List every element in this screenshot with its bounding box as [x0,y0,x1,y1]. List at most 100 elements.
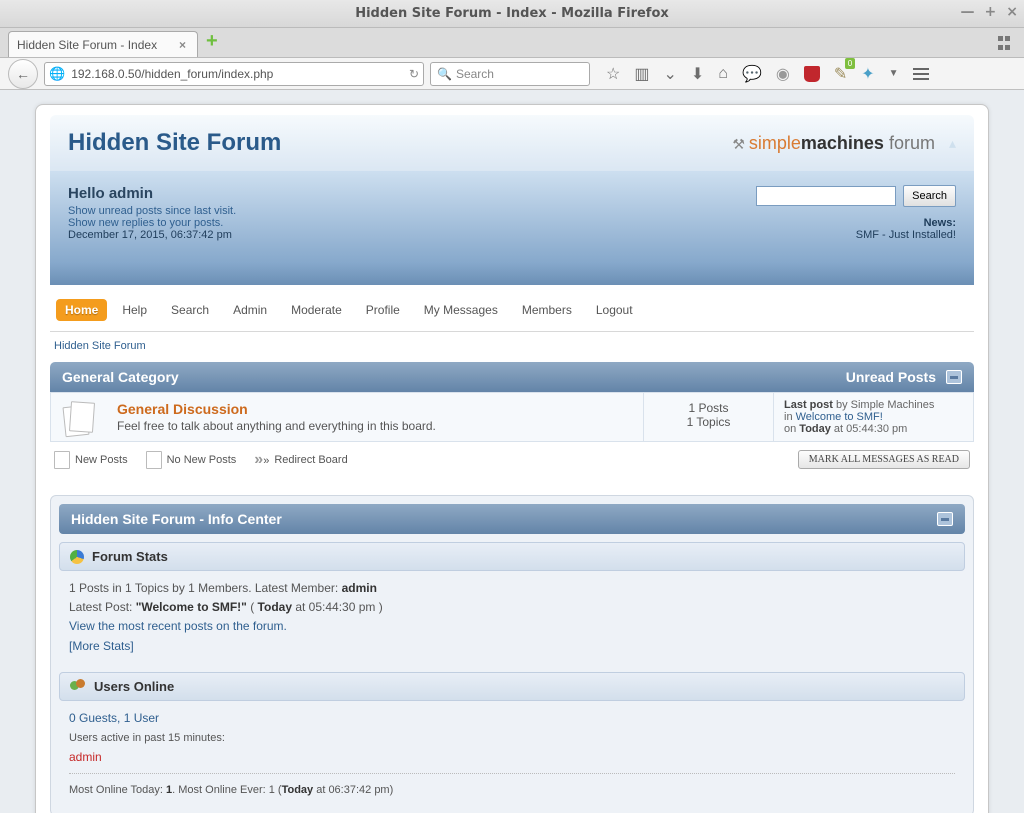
chat-icon[interactable]: 💬 [742,64,762,84]
breadcrumb: Hidden Site Forum [54,340,970,352]
board-row: General Discussion Feel free to talk abo… [50,392,974,442]
online-user-link[interactable]: admin [69,750,102,764]
breadcrumb-link[interactable]: Hidden Site Forum [54,340,146,352]
hammer-icon: ⚒ [732,136,745,152]
forum-search-form [756,185,956,207]
board-description: Feel free to talk about anything and eve… [117,419,633,433]
forum-container: Hidden Site Forum ⚒simplemachines forum … [35,104,989,813]
browser-tab-strip: Hidden Site Forum - Index × + [0,28,1024,58]
board-status-icon [51,393,107,441]
more-stats-link[interactable]: [More Stats] [69,639,134,653]
news-label: News: [756,217,956,229]
script-blocker-icon[interactable]: ✎0 [834,64,847,84]
info-center: Hidden Site Forum - Info Center Forum St… [50,495,974,813]
extension-icon[interactable]: ◉ [776,64,790,84]
latest-post-link[interactable]: "Welcome to SMF!" [136,600,247,614]
ublock-icon[interactable] [804,66,820,82]
dropdown-icon[interactable]: ▼ [889,68,899,79]
window-title: Hidden Site Forum - Index - Mozilla Fire… [355,6,669,21]
window-maximize-button[interactable]: + [985,4,997,20]
board-stats: 1 Posts 1 Topics [643,393,773,441]
tab-overflow-icon[interactable] [998,36,1014,52]
menu-item-profile[interactable]: Profile [357,299,409,321]
forum-header: Hidden Site Forum ⚒simplemachines forum … [50,115,974,171]
downloads-button[interactable]: ⬇ [691,64,704,84]
info-center-collapse-button[interactable] [937,512,953,526]
forum-title: Hidden Site Forum [68,129,281,157]
news-text: SMF - Just Installed! [756,229,956,241]
url-bar[interactable]: 🌐 192.168.0.50/hidden_forum/index.php ↻ [44,62,424,86]
menu-button[interactable] [913,68,929,80]
tab-close-button[interactable]: × [176,38,189,52]
reload-button[interactable]: ↻ [409,67,419,81]
globe-icon: 🌐 [49,66,65,82]
menu-item-admin[interactable]: Admin [224,299,276,321]
legend-no-new-posts: No New Posts [146,451,237,469]
browser-search-box[interactable]: 🔍 Search [430,62,590,86]
current-datetime: December 17, 2015, 06:37:42 pm [68,229,232,241]
legend-redirect: »Redirect Board [254,451,347,469]
window-close-button[interactable]: × [1006,4,1018,20]
documents-icon [64,400,94,434]
dev-icon[interactable]: ✦ [861,64,874,84]
category-collapse-button[interactable] [946,370,962,384]
users-online-count[interactable]: 0 Guests, 1 User [69,711,159,725]
page-viewport: Hidden Site Forum ⚒simplemachines forum … [0,90,1024,813]
board-name-link[interactable]: General Discussion [117,401,248,417]
redirect-icon: » [254,451,269,469]
menu-item-home[interactable]: Home [56,299,107,321]
menu-item-help[interactable]: Help [113,299,156,321]
menu-item-logout[interactable]: Logout [587,299,642,321]
menu-item-search[interactable]: Search [162,299,218,321]
last-post-by: by Simple Machines [833,399,935,411]
menu-item-moderate[interactable]: Moderate [282,299,351,321]
last-post-label: Last post [784,399,833,411]
user-info-bar: Hello admin Show unread posts since last… [50,171,974,285]
browser-tab[interactable]: Hidden Site Forum - Index × [8,31,198,57]
mark-all-read-button[interactable]: MARK ALL MESSAGES AS READ [798,450,970,469]
recent-posts-link[interactable]: View the most recent posts on the forum. [69,619,287,633]
header-collapse-button[interactable]: ▴ [949,135,956,152]
search-placeholder: Search [456,67,494,81]
users-icon [70,679,86,693]
unread-posts-category-link[interactable]: Unread Posts [846,369,936,385]
tab-title: Hidden Site Forum - Index [17,38,157,52]
category-name: General Category [62,369,179,385]
unread-posts-link[interactable]: Show unread posts since last visit. [68,205,236,217]
new-replies-link[interactable]: Show new replies to your posts. [68,217,223,229]
bookmark-star-button[interactable]: ☆ [606,64,620,84]
info-center-title: Hidden Site Forum - Info Center [71,511,282,527]
main-menu: Home Help Search Admin Moderate Profile My Mes… [50,285,974,332]
home-button[interactable]: ⌂ [718,65,728,83]
info-center-header: Hidden Site Forum - Info Center [59,504,965,534]
latest-member-link[interactable]: admin [342,581,377,595]
board-last-post: Last post by Simple Machines in Welcome … [773,393,973,441]
browser-nav-toolbar: ← 🌐 192.168.0.50/hidden_forum/index.php … [0,58,1024,90]
menu-item-my-messages[interactable]: My Messages [415,299,507,321]
forum-search-button[interactable] [903,185,956,207]
last-post-topic-link[interactable]: Welcome to SMF! [796,411,883,423]
greeting: Hello admin [68,185,236,202]
library-icon[interactable]: ▥ [634,64,649,84]
smf-logo[interactable]: ⚒simplemachines forum [732,133,935,154]
users-online-body: 0 Guests, 1 User Users active in past 15… [59,701,965,808]
window-minimize-button[interactable]: — [961,4,975,20]
users-online-header: Users Online [59,672,965,701]
menu-item-members[interactable]: Members [513,299,581,321]
pocket-icon[interactable]: ⌄ [663,64,676,84]
no-new-posts-icon [146,451,162,469]
arrow-left-icon: ← [16,66,30,82]
users-active-label: Users active in past 15 minutes: [69,732,225,744]
category-bar: General Category Unread Posts [50,362,974,392]
pie-chart-icon [70,550,84,564]
url-text: 192.168.0.50/hidden_forum/index.php [71,67,273,81]
new-tab-button[interactable]: + [206,30,218,53]
forum-search-input[interactable] [756,186,896,206]
search-icon: 🔍 [437,67,452,81]
window-titlebar: Hidden Site Forum - Index - Mozilla Fire… [0,0,1024,28]
legend-new-posts: New Posts [54,451,128,469]
forum-stats-body: 1 Posts in 1 Topics by 1 Members. Latest… [59,571,965,664]
new-posts-icon [54,451,70,469]
back-button[interactable]: ← [8,59,38,89]
legend-row: New Posts No New Posts »Redirect Board M… [50,442,974,477]
